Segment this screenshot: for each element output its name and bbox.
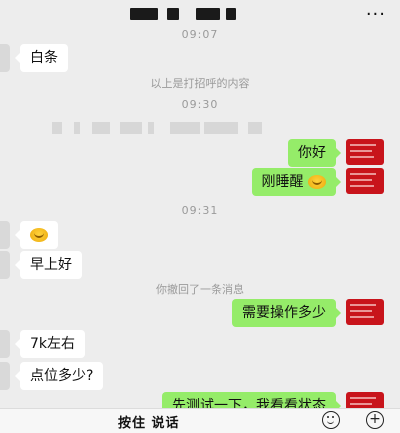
timestamp: 09:31 — [181, 204, 219, 217]
message-text: 刚睡醒 — [261, 174, 304, 190]
my-avatar[interactable] — [346, 168, 384, 194]
timestamp: 09:30 — [181, 98, 219, 111]
contact-avatar[interactable] — [0, 221, 10, 249]
hold-to-talk-button[interactable]: 按住 说话 — [118, 412, 180, 431]
more-dots-icon[interactable]: ··· — [366, 4, 386, 25]
my-avatar[interactable] — [346, 139, 384, 165]
contact-avatar[interactable] — [0, 330, 10, 358]
received-message[interactable] — [15, 221, 58, 249]
chat-title-redacted — [130, 8, 158, 20]
input-bar: 按住 说话 + — [0, 408, 400, 433]
emoji-icon[interactable] — [322, 411, 340, 429]
sleepy-emoji-icon — [308, 175, 326, 189]
system-notice: 以上是打招呼的内容 — [150, 77, 250, 90]
sent-message[interactable]: 刚睡醒 — [251, 168, 342, 196]
system-notice: 你撤回了一条消息 — [156, 283, 244, 296]
smile-emoji-icon — [30, 228, 48, 242]
my-avatar[interactable] — [346, 299, 384, 325]
received-message[interactable]: 点位多少? — [14, 362, 104, 390]
received-message[interactable]: 7k左右 — [14, 330, 86, 358]
received-message[interactable]: 白条 — [15, 44, 68, 72]
plus-icon[interactable]: + — [366, 411, 384, 429]
received-message[interactable]: 早上好 — [15, 251, 82, 279]
contact-avatar[interactable] — [0, 362, 10, 390]
timestamp: 09:07 — [181, 28, 219, 41]
sent-message[interactable]: 需要操作多少 — [232, 299, 341, 327]
contact-avatar[interactable] — [0, 251, 10, 279]
sent-message[interactable]: 你好 — [288, 139, 341, 167]
chat-title-redacted — [226, 8, 236, 20]
chat-title-redacted — [196, 8, 220, 20]
contact-avatar[interactable] — [0, 44, 10, 72]
redacted-content — [52, 122, 272, 136]
chat-title-redacted — [167, 8, 179, 20]
